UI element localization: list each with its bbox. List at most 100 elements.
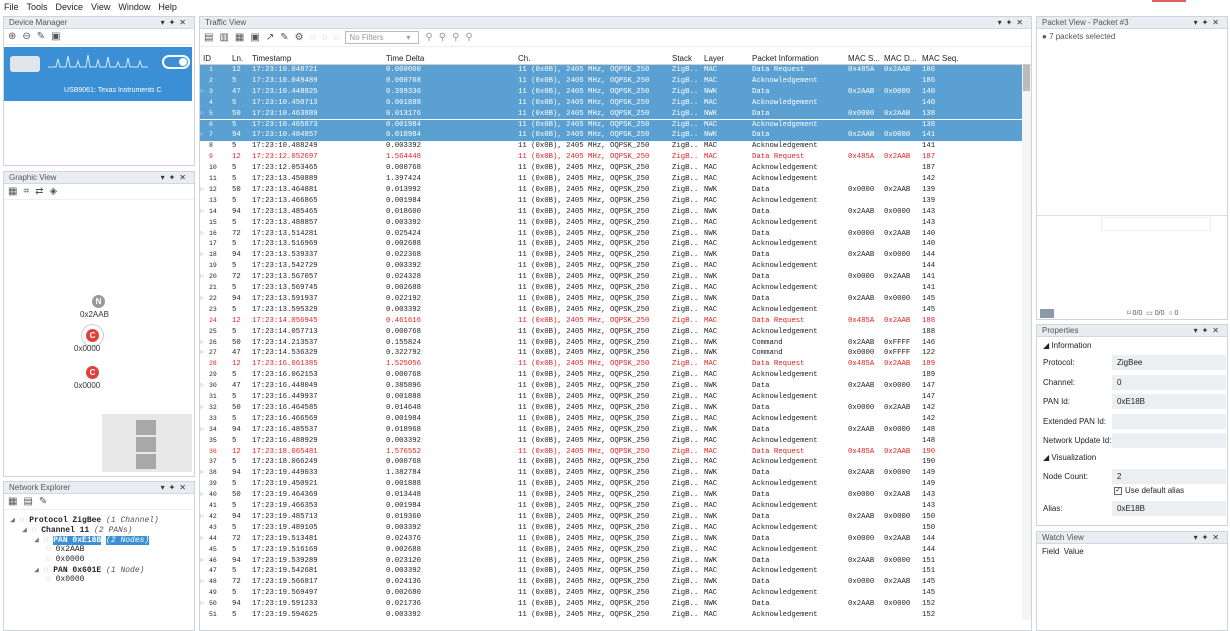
fit-icon[interactable]: ⌗ [23, 186, 29, 197]
column-header[interactable]: Stack [672, 54, 692, 63]
brush-icon[interactable]: ✎ [39, 496, 47, 507]
menu-help[interactable]: Help [158, 2, 177, 12]
expand-icon[interactable] [1040, 309, 1054, 318]
table-row[interactable]: 47 5 17:23:19.542681 0.003392 11 (0x0B), 240… [200, 566, 1022, 577]
table-row[interactable]: ⚐ 40 50 17:23:19.464369 0.013448 11 (0x0B), 2… [200, 490, 1022, 501]
table-row[interactable]: 19 5 17:23:13.542729 0.003392 11 (0x0B), 240… [200, 261, 1022, 272]
column-header[interactable]: Time Delta [386, 54, 424, 63]
use-default-alias-checkbox[interactable]: ✓ [1114, 487, 1122, 495]
table-row[interactable]: 21 5 17:23:13.569745 0.002688 11 (0x0B), 240… [200, 283, 1022, 294]
property-value[interactable]: ZigBee [1112, 355, 1226, 370]
panel-controls[interactable]: ▾✦✕ [161, 172, 190, 184]
table-row[interactable]: 51 5 17:23:19.594625 0.003392 11 (0x0B), 240… [200, 610, 1022, 621]
table-row[interactable]: ⚐ 26 50 17:23:14.213537 0.155824 11 (0x0B), 2… [200, 338, 1022, 349]
comment-icon[interactable]: ◌ [310, 32, 316, 43]
table-row[interactable]: ⚐ 3 47 17:23:10.448825 0.399336 11 (0x0B), 24… [200, 86, 1022, 98]
network-node[interactable]: N [92, 295, 105, 308]
panel-controls[interactable]: ▾✦✕ [1194, 17, 1223, 29]
table-row[interactable]: 15 5 17:23:13.488857 0.003392 11 (0x0B), 240… [200, 218, 1022, 229]
table-row[interactable]: 17 5 17:23:13.516969 0.002688 11 (0x0B), 240… [200, 239, 1022, 250]
table-row[interactable]: 13 5 17:23:13.466865 0.001984 11 (0x0B), 240… [200, 196, 1022, 207]
add-icon[interactable]: ⊕ [8, 31, 16, 42]
table-row[interactable]: ⚐ 48 72 17:23:19.566817 0.024136 11 (0x0B), 2… [200, 577, 1022, 588]
table-row[interactable]: ⚐ 30 47 17:23:16.448049 0.385896 11 (0x0B), 2… [200, 381, 1022, 392]
table-row[interactable]: ⚐ 22 94 17:23:13.591937 0.022192 11 (0x0B), 2… [200, 294, 1022, 305]
table-row[interactable]: 45 5 17:23:19.516169 0.002688 11 (0x0B), 240… [200, 545, 1022, 556]
document-icon[interactable]: ▤ [23, 496, 32, 507]
minimap[interactable] [102, 414, 192, 472]
table-row[interactable]: 33 5 17:23:16.466569 0.001984 11 (0x0B), 240… [200, 414, 1022, 425]
table-row[interactable]: 31 5 17:23:16.449937 0.001888 11 (0x0B), 240… [200, 392, 1022, 403]
table-row[interactable]: ⚐ 38 94 17:23:19.449033 1.382784 11 (0x0B), 2… [200, 468, 1022, 479]
vertical-scrollbar[interactable] [1022, 65, 1031, 620]
property-value[interactable] [1112, 413, 1226, 429]
column-header[interactable]: Packet Information [752, 54, 819, 63]
filter-clear-icon[interactable]: ⚲ [465, 32, 472, 43]
brush-icon[interactable]: ✎ [37, 31, 45, 42]
table-row[interactable]: 10 5 17:23:12.053465 0.000768 11 (0x0B), 240… [200, 163, 1022, 174]
table-row[interactable]: 43 5 17:23:19.489105 0.003392 11 (0x0B), 240… [200, 523, 1022, 534]
table-row[interactable]: 9 12 17:23:12.052697 1.564448 11 (0x0B), 240… [200, 152, 1022, 163]
column-header[interactable]: MAC D... [884, 54, 916, 63]
panel-controls[interactable]: ▾✦✕ [1194, 532, 1223, 544]
table-row[interactable]: 39 5 17:23:19.450921 0.001888 11 (0x0B), 240… [200, 479, 1022, 490]
table-row[interactable]: ⚐ 16 72 17:23:13.514281 0.025424 11 (0x0B), 2… [200, 229, 1022, 240]
grid-icon[interactable]: ▦ [8, 186, 17, 197]
device-toggle[interactable] [162, 55, 190, 69]
device-card[interactable]: USB9061: Texas Instruments C [4, 47, 192, 101]
table-row[interactable]: 2 5 17:23:10.049489 0.000768 11 (0x0B), 2405… [200, 75, 1022, 87]
property-value[interactable]: 0 [1112, 374, 1226, 390]
property-value[interactable] [1112, 433, 1226, 448]
remove-icon[interactable]: ⊖ [22, 31, 30, 42]
grid-icon[interactable]: ▦ [8, 496, 17, 507]
table-row[interactable]: 11 5 17:23:13.450889 1.397424 11 (0x0B), 240… [200, 174, 1022, 185]
table-row[interactable]: ⚐ 5 50 17:23:10.463889 0.013176 11 (0x0B), 24… [200, 108, 1022, 120]
table-row[interactable]: 24 12 17:23:14.056945 0.461616 11 (0x0B), 24… [200, 316, 1022, 327]
tree-item[interactable]: ◢ ◌ Protocol ZigBee (1 Channel) [10, 515, 159, 525]
table-row[interactable]: 23 5 17:23:13.595329 0.003392 11 (0x0B), 240… [200, 305, 1022, 316]
information-section[interactable]: ◢ Information [1043, 341, 1091, 350]
panel-controls[interactable]: ▾✦✕ [1194, 325, 1223, 337]
filter-dropdown[interactable]: No Filters ▾ [345, 31, 420, 44]
menu-tools[interactable]: Tools [27, 2, 48, 12]
table-row[interactable]: ⚐ 18 94 17:23:13.539337 0.022368 11 (0x0B), 2… [200, 250, 1022, 261]
panel-controls[interactable]: ▾✦✕ [161, 17, 190, 29]
table-row[interactable]: 37 5 17:23:18.066249 0.000768 11 (0x0B), 240… [200, 457, 1022, 468]
table-row[interactable]: 6 5 17:23:10.465873 0.001984 11 (0x0B), 2405… [200, 119, 1022, 131]
tree-item[interactable]: ◢ ◌ PAN 0xE18B (2 Nodes) [34, 535, 150, 545]
packet-table[interactable]: 1 12 17:23:10.048721 0.000000 11 (0x0B), 240… [200, 65, 1022, 630]
brush-icon[interactable]: ✎ [280, 32, 288, 43]
tree-item[interactable]: ◢ ◌ PAN 0x601E (1 Node) [34, 565, 144, 575]
table-row[interactable]: 35 5 17:23:16.488929 0.003392 11 (0x0B), 240… [200, 436, 1022, 447]
table-row[interactable]: ⚐ 50 94 17:23:19.591233 0.021736 11 (0x0B), 2… [200, 599, 1022, 610]
network-node[interactable]: C [86, 366, 99, 379]
tree-item[interactable]: ◌ 0x0000 [46, 575, 84, 584]
share-icon[interactable]: ↗ [266, 32, 274, 43]
comment-prev-icon[interactable]: ◌ [322, 32, 328, 43]
open-icon[interactable]: ▥ [219, 32, 228, 43]
tree-item[interactable]: ◢ ◌ Channel 11 (2 PANs) [22, 525, 132, 535]
column-header[interactable]: Ch. [518, 54, 530, 63]
menu-window[interactable]: Window [118, 2, 150, 12]
column-header[interactable]: Timestamp [252, 54, 291, 63]
table-row[interactable]: ⚐ 44 72 17:23:19.513481 0.024376 11 (0x0B), 2… [200, 534, 1022, 545]
filter-edit-icon[interactable]: ⚲ [452, 32, 459, 43]
settings-icon[interactable]: ⚙ [295, 32, 304, 43]
table-row[interactable]: ⚐ 20 72 17:23:13.567057 0.024328 11 (0x0B), 2… [200, 272, 1022, 283]
column-header[interactable]: Ln. [232, 54, 243, 63]
table-row[interactable]: 36 12 17:23:18.065481 1.576552 11 (0x0B), 24… [200, 447, 1022, 458]
table-row[interactable]: 8 5 17:23:10.488249 0.003392 11 (0x0B), 2405… [200, 141, 1022, 152]
filter-icon[interactable]: ⚲ [425, 32, 432, 43]
panel-controls[interactable]: ▾✦✕ [998, 17, 1027, 29]
table-row[interactable]: 4 5 17:23:10.450713 0.001888 11 (0x0B), 2405… [200, 97, 1022, 109]
column-header[interactable]: ID [203, 54, 211, 63]
table-row[interactable]: ⚐ 14 94 17:23:13.485465 0.018600 11 (0x0B), 2… [200, 207, 1022, 218]
print-icon[interactable]: ▣ [250, 32, 259, 43]
tree-item[interactable]: ◌ 0x2AAB [46, 545, 84, 554]
table-row[interactable]: ⚐ 12 50 17:23:13.464881 0.013992 11 (0x0B), 2… [200, 185, 1022, 196]
column-header[interactable]: Layer [704, 54, 724, 63]
table-row[interactable]: 1 12 17:23:10.048721 0.000000 11 (0x0B), 240… [200, 65, 1022, 76]
table-row[interactable]: 28 12 17:23:16.061385 1.525056 11 (0x0B), 24… [200, 359, 1022, 370]
visualization-section[interactable]: ◢ Visualization [1043, 453, 1096, 462]
layers-icon[interactable]: ◈ [49, 186, 57, 197]
